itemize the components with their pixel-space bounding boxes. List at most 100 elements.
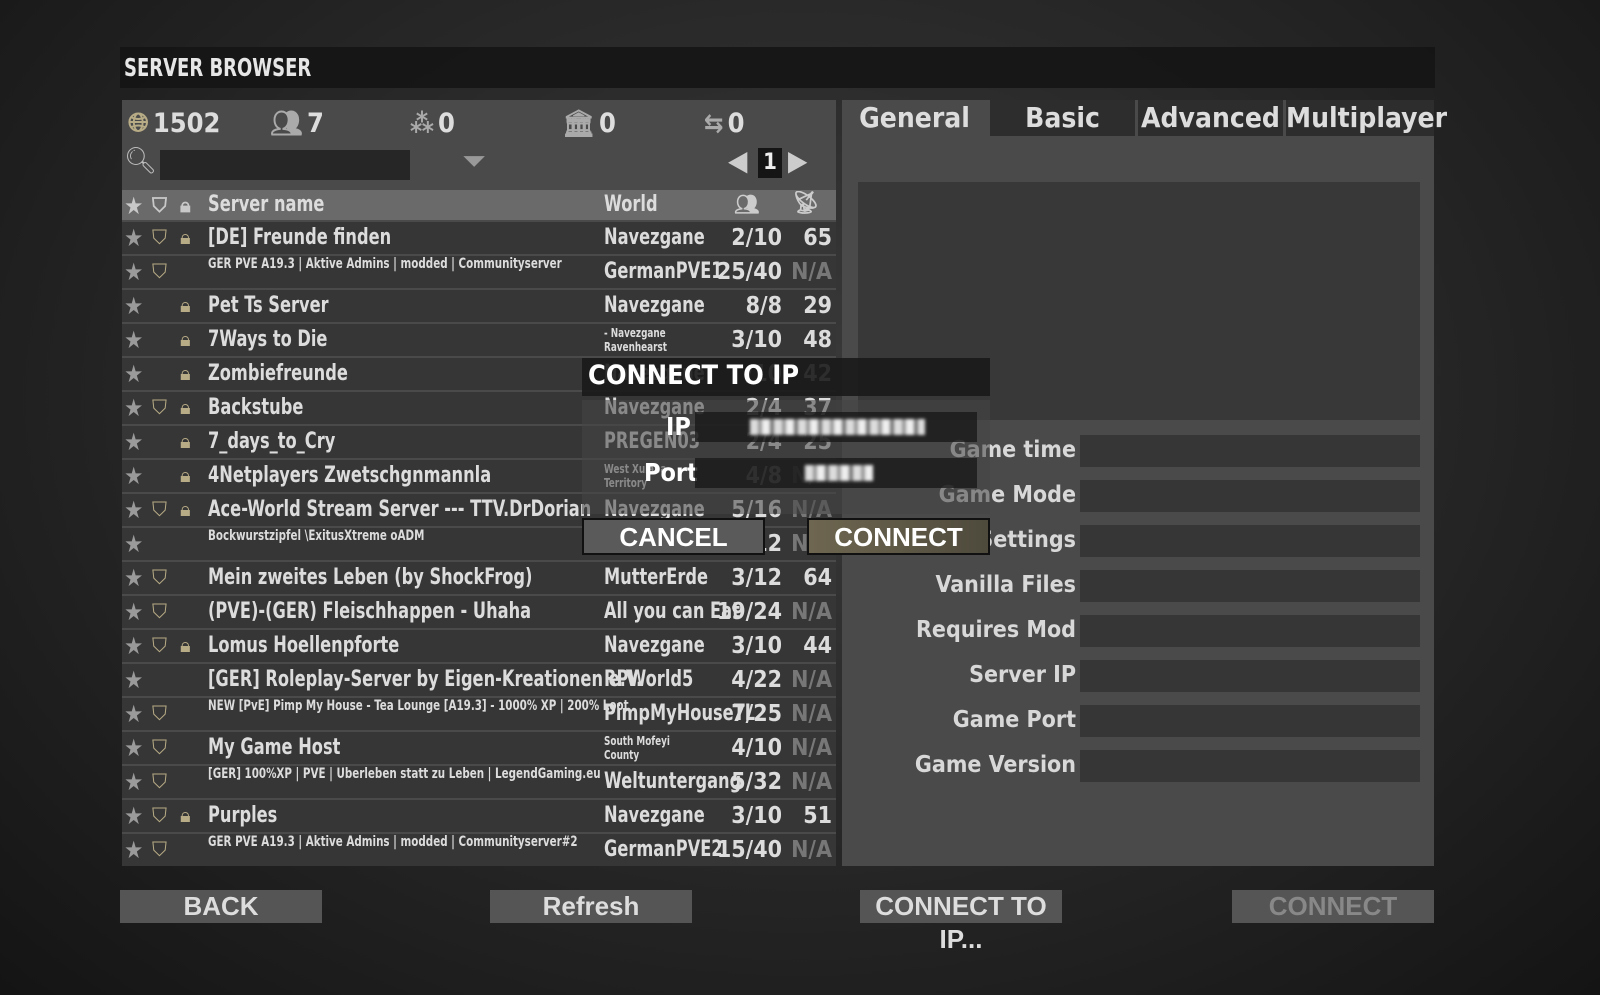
server-players: 19/24: [716, 599, 782, 625]
favorite-star-icon[interactable]: ★: [124, 224, 143, 252]
server-row[interactable]: ★ ⛉ GER PVE A19.3 | Aktive Admins | modded…: [122, 834, 836, 866]
server-row[interactable]: ★ 🔒︎ Pet Ts Server Navezgane 8/8 29: [122, 290, 836, 322]
shield-icon: ⛉: [152, 769, 167, 793]
shield-column-icon[interactable]: ⛉: [152, 193, 167, 217]
next-page-icon[interactable]: ▶: [788, 144, 807, 177]
server-row[interactable]: ★ ⛉ My Game Host South Mofeyi County 4/10 N/A: [122, 732, 836, 764]
favorite-star-icon[interactable]: ★: [124, 768, 143, 796]
tab-advanced[interactable]: Advanced: [1138, 100, 1283, 136]
server-players: 3/10: [731, 803, 782, 829]
lock-icon: 🔒︎: [180, 395, 191, 419]
server-world: South Mofeyi County: [604, 734, 670, 762]
stat-lan: ⇆ 0: [704, 108, 745, 139]
shield-icon: ⛉: [152, 803, 167, 827]
server-row[interactable]: ★ ⛉ (PVE)-(GER) Fleischhappen - Uhaha All y…: [122, 596, 836, 628]
search-icon: 🔍︎: [124, 146, 158, 176]
stat-servers: 🌐︎ 1502: [128, 108, 221, 139]
page-number: 1: [758, 148, 782, 178]
refresh-button[interactable]: Refresh: [490, 890, 692, 923]
connect-button[interactable]: CONNECT: [1232, 890, 1434, 923]
server-name: [GER] Roleplay-Server by Eigen-Kreatione…: [208, 667, 643, 692]
ping-column-icon[interactable]: 📡︎: [792, 191, 820, 216]
favorite-star-icon[interactable]: ★: [124, 734, 143, 762]
favorite-star-icon[interactable]: ★: [124, 666, 143, 694]
server-row[interactable]: ★ ⛉ Mein zweites Leben (by ShockFrog) Mutte…: [122, 562, 836, 594]
field-value: [1080, 615, 1420, 647]
server-row[interactable]: ★ ⛉ 🔒︎ [DE] Freunde finden Navezgane 2/10 65: [122, 222, 836, 254]
server-name: Backstube: [208, 395, 304, 420]
shield-icon: ⛉: [152, 395, 167, 419]
field-value: [1080, 570, 1420, 602]
favorite-star-icon[interactable]: ★: [124, 462, 143, 490]
players-column-icon[interactable]: 👥︎: [734, 192, 759, 216]
server-row[interactable]: ★ ⛉ NEW [PvE] Pimp My House - Tea Lounge […: [122, 698, 836, 730]
column-world[interactable]: World: [604, 192, 658, 217]
server-name: Zombiefreunde: [208, 361, 348, 386]
server-row[interactable]: ★ ⛉ GER PVE A19.3 | Aktive Admins | modded…: [122, 256, 836, 288]
server-players: 4/10: [731, 735, 782, 761]
globe-icon: 🌐︎: [128, 108, 149, 138]
server-world: Navezgane: [604, 293, 705, 318]
port-input[interactable]: [695, 458, 977, 488]
connect-to-ip-button[interactable]: CONNECT TO IP...: [860, 890, 1062, 954]
server-name: Lomus Hoellenpforte: [208, 633, 400, 658]
shield-icon: ⛉: [152, 701, 167, 725]
favorite-star-icon[interactable]: ★: [124, 428, 143, 456]
favorite-star-icon[interactable]: ★: [124, 292, 143, 320]
favorite-column-icon[interactable]: ★: [124, 192, 143, 220]
favorite-star-icon[interactable]: ★: [124, 632, 143, 660]
favorite-star-icon[interactable]: ★: [124, 700, 143, 728]
server-name: GER PVE A19.3 | Aktive Admins | modded |…: [208, 257, 562, 272]
tab-multiplayer[interactable]: Multiplayer: [1286, 100, 1447, 136]
dialog-title-bar: CONNECT TO IP: [582, 358, 990, 396]
field-value: [1080, 480, 1420, 512]
back-button[interactable]: BACK: [120, 890, 322, 923]
favorite-star-icon[interactable]: ★: [124, 326, 143, 354]
server-world: MutterErde: [604, 565, 708, 590]
ip-input[interactable]: [695, 412, 977, 442]
column-server-name[interactable]: Server name: [208, 192, 324, 217]
favorite-star-icon[interactable]: ★: [124, 598, 143, 626]
server-name: (PVE)-(GER) Fleischhappen - Uhaha: [208, 599, 532, 624]
favorite-star-icon[interactable]: ★: [124, 564, 143, 592]
server-name: [GER] 100%XP | PVE | Überleben statt zu …: [208, 767, 601, 782]
server-name: My Game Host: [208, 735, 341, 760]
lock-icon: 🔒︎: [180, 633, 191, 657]
server-row[interactable]: ★ 🔒︎ 7Ways to Die - Navezgane Ravenhearst 3/…: [122, 324, 836, 356]
favorite-star-icon[interactable]: ★: [124, 802, 143, 830]
lock-icon: 🔒︎: [180, 429, 191, 453]
lock-icon: 🔒︎: [180, 463, 191, 487]
favorite-star-icon[interactable]: ★: [124, 258, 143, 286]
server-row[interactable]: ★ [GER] Roleplay-Server by Eigen-Kreation…: [122, 664, 836, 696]
lock-icon: 🔒︎: [180, 293, 191, 317]
favorite-star-icon[interactable]: ★: [124, 836, 143, 864]
server-name: NEW [PvE] Pimp My House - Tea Lounge [A1…: [208, 699, 629, 714]
favorite-star-icon[interactable]: ★: [124, 496, 143, 524]
server-players: 25/40: [716, 259, 782, 285]
filter-icon[interactable]: ⏷: [462, 144, 486, 179]
server-players: 3/10: [731, 633, 782, 659]
server-row[interactable]: ★ ⛉ 🔒︎ Purples Navezgane 3/10 51: [122, 800, 836, 832]
server-row[interactable]: ★ ⛉ 🔒︎ Lomus Hoellenpforte Navezgane 3/10 44: [122, 630, 836, 662]
server-name: Mein zweites Leben (by ShockFrog): [208, 565, 533, 590]
tab-basic[interactable]: Basic: [990, 100, 1135, 136]
field-value: [1080, 660, 1420, 692]
dialog-cancel-button[interactable]: CANCEL: [582, 518, 765, 555]
tab-general[interactable]: General: [842, 100, 987, 136]
field-label: Server IP: [969, 662, 1076, 688]
favorite-star-icon[interactable]: ★: [124, 394, 143, 422]
server-row[interactable]: ★ ⛉ [GER] 100%XP | PVE | Überleben statt z…: [122, 766, 836, 798]
lock-icon: 🔒︎: [180, 361, 191, 385]
lan-cable-icon: ⇆: [704, 108, 724, 139]
favorite-star-icon[interactable]: ★: [124, 530, 143, 558]
search-input[interactable]: [160, 150, 410, 180]
server-players: 4/22: [731, 667, 782, 693]
server-ping: N/A: [791, 599, 832, 625]
dialog-connect-button[interactable]: CONNECT: [807, 518, 990, 555]
server-players: 5/32: [731, 769, 782, 795]
dialog-title: CONNECT TO IP: [588, 360, 800, 391]
lock-column-icon[interactable]: 🔒︎: [180, 193, 191, 217]
prev-page-icon[interactable]: ◀: [728, 144, 747, 177]
lock-icon: 🔒︎: [180, 225, 191, 249]
favorite-star-icon[interactable]: ★: [124, 360, 143, 388]
